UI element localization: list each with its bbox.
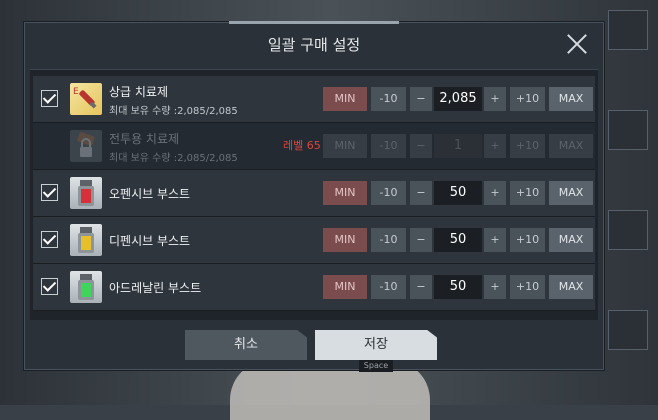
item-max-quantity: 최대 보유 수량 :2,085/2,085	[109, 106, 238, 117]
yellow-boost-icon	[70, 224, 102, 256]
max-button[interactable]: MAX	[549, 181, 593, 205]
item-name: 오펜시브 부스트	[109, 187, 191, 201]
max-button[interactable]: MAX	[549, 228, 593, 252]
lock-icon	[70, 130, 102, 162]
quantity-input: 1	[434, 134, 482, 158]
min-button[interactable]: MIN	[323, 87, 367, 111]
save-button[interactable]: 저장	[315, 330, 437, 360]
min-button[interactable]: MIN	[323, 181, 367, 205]
plus-1-button: +	[484, 134, 506, 158]
list-item: 아드레날린 부스트 MIN -10 − 50 + +10 MAX	[33, 264, 595, 311]
background-inventory-slot	[608, 110, 648, 150]
minus-10-button[interactable]: -10	[371, 228, 406, 252]
background-inventory-slot	[608, 10, 648, 50]
max-button[interactable]: MAX	[549, 275, 593, 299]
background-inventory-slot	[608, 210, 648, 250]
min-button[interactable]: MIN	[323, 275, 367, 299]
item-name: 전투용 치료제	[109, 132, 180, 146]
minus-10-button: -10	[371, 134, 406, 158]
plus-10-button: +10	[510, 134, 545, 158]
red-boost-icon	[70, 177, 102, 209]
bulk-purchase-dialog: 일괄 구매 설정 E 상급 치료제 최대 보유 수량 :2,085/2,085 …	[24, 21, 604, 372]
quantity-stepper: MIN -10 − 50 + +10 MAX	[323, 228, 595, 252]
quantity-stepper-disabled: MIN -10 − 1 + +10 MAX	[323, 134, 595, 158]
list-item: E 상급 치료제 최대 보유 수량 :2,085/2,085 MIN -10 −…	[33, 76, 595, 123]
minus-1-button: −	[410, 134, 432, 158]
cancel-button[interactable]: 취소	[185, 330, 307, 360]
item-checkbox[interactable]	[41, 184, 58, 201]
minus-1-button[interactable]: −	[410, 87, 432, 111]
min-button[interactable]: MIN	[323, 228, 367, 252]
minus-1-button[interactable]: −	[410, 181, 432, 205]
quantity-stepper: MIN -10 − 50 + +10 MAX	[323, 181, 595, 205]
plus-1-button[interactable]: +	[484, 275, 506, 299]
quantity-input[interactable]: 50	[434, 228, 482, 252]
minus-1-button[interactable]: −	[410, 228, 432, 252]
list-item: 디펜시브 부스트 MIN -10 − 50 + +10 MAX	[33, 217, 595, 264]
green-boost-icon	[70, 271, 102, 303]
plus-10-button[interactable]: +10	[510, 87, 545, 111]
quantity-stepper: MIN -10 − 50 + +10 MAX	[323, 275, 595, 299]
item-name: 상급 치료제	[109, 85, 169, 99]
plus-10-button[interactable]: +10	[510, 181, 545, 205]
close-icon[interactable]	[565, 32, 589, 56]
minus-10-button[interactable]: -10	[371, 87, 406, 111]
svg-text:E: E	[73, 87, 79, 97]
quantity-input[interactable]: 50	[434, 275, 482, 299]
plus-1-button[interactable]: +	[484, 181, 506, 205]
max-button: MAX	[549, 134, 593, 158]
item-checkbox[interactable]	[41, 231, 58, 248]
minus-10-button[interactable]: -10	[371, 275, 406, 299]
minus-1-button[interactable]: −	[410, 275, 432, 299]
max-button[interactable]: MAX	[549, 87, 593, 111]
quantity-stepper: MIN -10 − 2,085 + +10 MAX	[323, 87, 595, 111]
healing-syringe-icon: E	[70, 83, 102, 115]
plus-1-button[interactable]: +	[484, 87, 506, 111]
quantity-input[interactable]: 50	[434, 181, 482, 205]
plus-10-button[interactable]: +10	[510, 228, 545, 252]
minus-10-button[interactable]: -10	[371, 181, 406, 205]
list-item-locked: 전투용 치료제 최대 보유 수량 :2,085/2,085 레벨 65 이상 M…	[33, 123, 595, 170]
dialog-title: 일괄 구매 설정	[267, 36, 361, 54]
item-max-quantity: 최대 보유 수량 :2,085/2,085	[109, 153, 238, 164]
item-name: 아드레날린 부스트	[109, 281, 202, 295]
quantity-input[interactable]: 2,085	[434, 87, 482, 111]
plus-1-button[interactable]: +	[484, 228, 506, 252]
list-item: 오펜시브 부스트 MIN -10 − 50 + +10 MAX	[33, 170, 595, 217]
plus-10-button[interactable]: +10	[510, 275, 545, 299]
item-checkbox[interactable]	[41, 278, 58, 295]
min-button: MIN	[323, 134, 367, 158]
item-checkbox[interactable]	[41, 90, 58, 107]
save-key-hint: Space	[359, 360, 393, 372]
background-inventory-slot	[608, 310, 648, 350]
item-name: 디펜시브 부스트	[109, 234, 191, 248]
item-list[interactable]: E 상급 치료제 최대 보유 수량 :2,085/2,085 MIN -10 −…	[30, 69, 598, 320]
